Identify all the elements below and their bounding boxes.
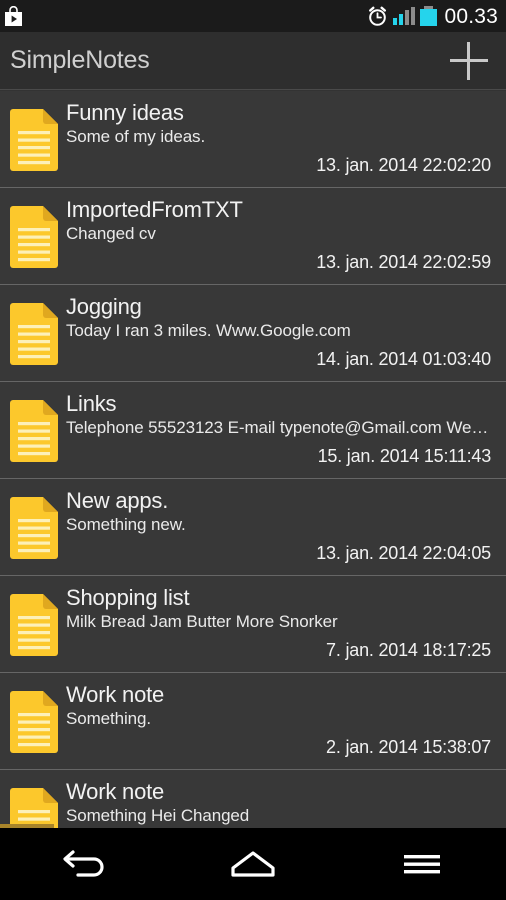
note-timestamp: 2. jan. 2014 15:38:07: [326, 737, 491, 757]
note-preview: Some of my ideas.: [66, 127, 206, 146]
add-note-button[interactable]: [446, 38, 492, 84]
nav-back-button[interactable]: [29, 828, 139, 900]
note-text-block: ImportedFromTXT Changed cv: [66, 196, 506, 245]
note-title: Jogging: [66, 294, 142, 319]
note-title: Work note: [66, 682, 165, 707]
note-list-item[interactable]: Links Telephone 55523123 E-mail typenote@…: [0, 382, 506, 479]
action-bar: SimpleNotes: [0, 32, 506, 90]
note-timestamp: 14. jan. 2014 01:03:40: [316, 349, 491, 369]
note-list-item[interactable]: ImportedFromTXT Changed cv 13. jan. 2014 2…: [0, 188, 506, 285]
status-bar-system-icons: 00.33: [367, 6, 498, 27]
note-text-block: Links Telephone 55523123 E-mail typenote@…: [66, 390, 506, 439]
menu-icon: [403, 855, 440, 874]
note-timestamp: 15. jan. 2014 15:11:43: [317, 446, 492, 466]
navigation-bar: [0, 828, 506, 900]
note-document-icon: [10, 400, 58, 462]
note-preview: Milk Bread Jam Butter More Snorker: [66, 612, 338, 631]
note-list-item[interactable]: Funny ideas Some of my ideas. 13. jan. 201…: [0, 91, 506, 188]
note-document-icon: [10, 303, 58, 365]
note-title: Work note: [66, 779, 165, 804]
note-title: Links: [66, 391, 117, 416]
phone-screen: 00.33 SimpleNotes Funny ideas Some of my …: [0, 0, 506, 900]
app-title: SimpleNotes: [10, 46, 150, 74]
note-text-block: Funny ideas Some of my ideas.: [66, 99, 506, 148]
note-preview: Changed cv: [66, 224, 156, 243]
note-text-block: Work note Something Hei Changed: [66, 778, 506, 827]
note-text-block: Shopping list Milk Bread Jam Butter More …: [66, 584, 506, 633]
back-arrow-icon: [63, 850, 104, 877]
note-text-block: Jogging Today I ran 3 miles. Www.Google.c…: [66, 293, 506, 342]
note-preview: Today I ran 3 miles. Www.Google.com: [66, 321, 351, 340]
note-text-block: Work note Something.: [66, 681, 506, 730]
note-list-item[interactable]: New apps. Something new. 13. jan. 2014 22:…: [0, 479, 506, 576]
status-bar-clock: 00.33: [444, 4, 498, 28]
note-title: Funny ideas: [66, 100, 184, 125]
note-title: ImportedFromTXT: [66, 197, 243, 222]
note-title: Shopping list: [66, 585, 190, 610]
note-list-item[interactable]: Jogging Today I ran 3 miles. Www.Google.c…: [0, 285, 506, 382]
note-list-item[interactable]: Shopping list Milk Bread Jam Butter More …: [0, 576, 506, 673]
note-list-item[interactable]: Work note Something. 2. jan. 2014 15:38:07: [0, 673, 506, 770]
status-bar: 00.33: [0, 0, 506, 32]
status-bar-notifications: [4, 5, 23, 27]
note-timestamp: 7. jan. 2014 18:17:25: [326, 640, 491, 660]
note-preview: Something new.: [66, 515, 186, 534]
nav-home-button[interactable]: [198, 828, 308, 900]
note-document-icon: [10, 594, 58, 656]
signal-bars-icon: [393, 7, 416, 25]
note-text-block: New apps. Something new.: [66, 487, 506, 536]
note-document-icon: [10, 788, 58, 828]
home-icon: [231, 851, 275, 877]
playstore-icon: [5, 5, 22, 26]
note-preview: Telephone 55523123 E-mail typenote@Gmail…: [66, 418, 492, 437]
note-preview: Something.: [66, 709, 151, 728]
note-document-icon: [10, 497, 58, 559]
note-timestamp: 13. jan. 2014 22:04:05: [316, 543, 491, 563]
note-document-icon: [10, 691, 58, 753]
battery-icon: [420, 6, 438, 26]
note-timestamp: 13. jan. 2014 22:02:20: [316, 155, 491, 175]
note-preview: Something Hei Changed: [66, 806, 250, 825]
note-document-icon: [10, 206, 58, 268]
note-title: New apps.: [66, 488, 169, 513]
note-document-icon: [10, 109, 58, 171]
alarm-clock-icon: [369, 6, 387, 26]
notes-list[interactable]: Funny ideas Some of my ideas. 13. jan. 201…: [0, 91, 506, 828]
nav-menu-button[interactable]: [367, 828, 477, 900]
note-list-item[interactable]: Work note Something Hei Changed: [0, 770, 506, 828]
note-timestamp: 13. jan. 2014 22:02:59: [316, 252, 491, 272]
